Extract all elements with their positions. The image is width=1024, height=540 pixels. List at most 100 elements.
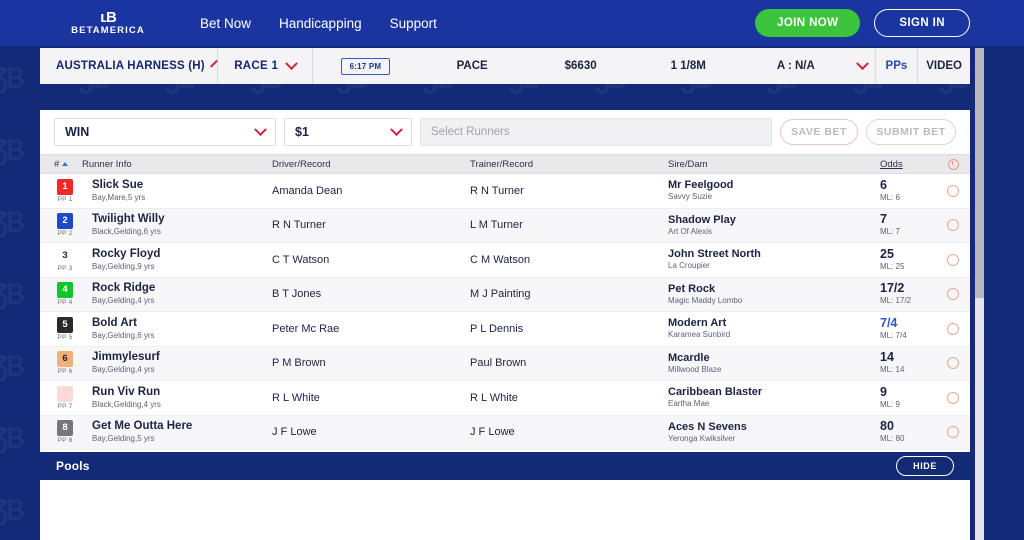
saddle-cloth-number: 3	[62, 249, 68, 261]
save-bet-button[interactable]: SAVE BET	[780, 119, 858, 145]
saddle-cloth-number: 5	[57, 316, 73, 333]
column-header-trainer: Trainer/Record	[470, 158, 534, 170]
post-position-label: PP 7	[57, 402, 73, 410]
morning-line-odds: ML: 17/2	[880, 296, 912, 306]
race-details-expand-button[interactable]	[850, 48, 876, 84]
select-runner-radio[interactable]	[947, 253, 959, 266]
nav-support[interactable]: Support	[390, 16, 437, 31]
bet-amount-select[interactable]: $1	[284, 118, 412, 146]
runner-info-cell[interactable]: Rocky Floyd Bay,Gelding,9 yrs	[82, 248, 272, 272]
sire-dam-cell: Mcardle Millwood Blaze	[668, 352, 880, 375]
betamerica-logo-text: BETAMERICA	[71, 24, 145, 36]
trainer-name: L M Turner	[470, 219, 523, 232]
runner-select-cell[interactable]	[936, 322, 970, 335]
column-header-number[interactable]: #	[40, 159, 82, 170]
runner-info-cell[interactable]: Bold Art Bay,Gelding,6 yrs	[82, 317, 272, 341]
runner-select-cell[interactable]	[936, 184, 970, 197]
sire-dam-cell: Shadow Play Art Of Alexis	[668, 214, 880, 237]
sire-name: Mcardle	[668, 351, 710, 364]
runner-info-cell[interactable]: Run Viv Run Black,Gelding,4 yrs	[82, 386, 272, 410]
current-odds: 7	[880, 212, 887, 227]
select-runner-radio[interactable]	[947, 357, 959, 370]
post-position-label: PP 5	[57, 333, 73, 341]
saddle-cloth-number: 2	[57, 213, 73, 230]
table-row[interactable]: 5 PP 5 Bold Art Bay,Gelding,6 yrs Peter Mc R…	[40, 312, 970, 347]
post-position-label: PP 6	[57, 368, 73, 376]
dam-name: Yeronga Kwiksilver	[668, 433, 736, 443]
sign-in-button[interactable]: SIGN IN	[874, 9, 970, 37]
runner-description: Bay,Gelding,5 yrs	[92, 434, 155, 444]
select-runner-radio[interactable]	[947, 426, 959, 439]
join-now-button[interactable]: JOIN NOW	[755, 9, 861, 37]
select-runners-input[interactable]: Select Runners	[420, 118, 772, 146]
column-header-odds[interactable]: Odds	[880, 159, 936, 170]
select-runner-radio[interactable]	[947, 184, 959, 197]
track-selector[interactable]: AUSTRALIA HARNESS (H)	[40, 48, 218, 84]
runner-select-cell[interactable]	[936, 219, 970, 232]
saddle-cloth-number: 7	[57, 385, 73, 402]
betamerica-logo-icon: ʟB	[100, 8, 117, 26]
betamerica-logo[interactable]: ʟB BETAMERICA	[60, 8, 156, 36]
runner-info-cell[interactable]: Jimmylesurf Bay,Gelding,4 yrs	[82, 351, 272, 375]
runner-info-cell[interactable]: Rock Ridge Bay,Gelding,4 yrs	[82, 282, 272, 306]
runner-info-cell[interactable]: Get Me Outta Here Bay,Gelding,5 yrs	[82, 420, 272, 444]
top-navigation-bar: ʟB BETAMERICA Bet Now Handicapping Suppo…	[0, 0, 1024, 46]
chevron-down-icon	[209, 59, 218, 68]
pps-link[interactable]: PPs	[876, 48, 919, 84]
driver-name: R L White	[272, 391, 320, 404]
select-runner-radio[interactable]	[947, 219, 959, 232]
bet-type-select[interactable]: WIN	[54, 118, 276, 146]
trainer-name: J F Lowe	[470, 426, 515, 439]
track-name: AUSTRALIA HARNESS (H)	[56, 60, 205, 72]
current-odds: 25	[880, 246, 894, 261]
saddle-cloth-number: 1	[57, 178, 73, 195]
runner-select-cell[interactable]	[936, 391, 970, 404]
submit-bet-button[interactable]: SUBMIT BET	[866, 119, 956, 145]
odds-cell: 25 ML: 25	[880, 246, 936, 272]
runners-table-body: 1 PP 1 Slick Sue Bay,Mare,5 yrs Amanda Dean R…	[40, 174, 970, 450]
bet-controls-bar: WIN $1 Select Runners SAVE BET SUBMIT BE…	[40, 110, 970, 154]
select-runner-radio[interactable]	[947, 288, 959, 301]
column-header-number-label: #	[54, 158, 60, 170]
panel-scrollbar[interactable]	[975, 48, 984, 540]
table-row[interactable]: 4 PP 4 Rock Ridge Bay,Gelding,4 yrs B T Jone…	[40, 277, 970, 312]
odds-cell: 6 ML: 6	[880, 178, 936, 203]
nav-handicapping[interactable]: Handicapping	[279, 16, 362, 31]
table-row[interactable]: 2 PP 2 Twilight Willy Black,Gelding,6 yrs R …	[40, 208, 970, 243]
race-selector[interactable]: RACE 1	[218, 48, 314, 84]
current-odds: 9	[880, 384, 887, 399]
trainer-name: C M Watson	[470, 253, 531, 266]
runner-select-cell[interactable]	[936, 357, 970, 370]
sire-dam-cell: Aces N Sevens Yeronga Kwiksilver	[668, 421, 880, 444]
odds-cell: 9 ML: 9	[880, 384, 936, 410]
post-position-label: PP 4	[57, 299, 73, 307]
post-position-label: PP 3	[57, 264, 73, 272]
nav-bet-now[interactable]: Bet Now	[200, 16, 251, 31]
odds-refresh-toggle[interactable]	[936, 158, 970, 170]
table-row[interactable]: 3 PP 3 Rocky Floyd Bay,Gelding,9 yrs C T Wat…	[40, 243, 970, 278]
runner-info-cell[interactable]: Twilight Willy Black,Gelding,6 yrs	[82, 213, 272, 237]
select-runner-radio[interactable]	[947, 391, 959, 404]
runner-select-cell[interactable]	[936, 426, 970, 439]
trainer-name: R N Turner	[470, 184, 524, 197]
hide-pools-button[interactable]: HIDE	[896, 456, 954, 476]
panel-scrollbar-thumb[interactable]	[975, 48, 984, 298]
chevron-down-icon	[254, 122, 267, 136]
table-row[interactable]: 6 PP 6 Jimmylesurf Bay,Gelding,4 yrs P M Bro…	[40, 346, 970, 381]
runner-info-cell[interactable]: Slick Sue Bay,Mare,5 yrs	[82, 179, 272, 203]
table-row[interactable]: 8 PP 8 Get Me Outta Here Bay,Gelding,5 yrs J…	[40, 415, 970, 450]
table-row[interactable]: 7 PP 7 Run Viv Run Black,Gelding,4 yrs R L W…	[40, 381, 970, 416]
post-position-label: PP 2	[57, 230, 73, 238]
runner-select-cell[interactable]	[936, 253, 970, 266]
driver-name: B T Jones	[272, 288, 322, 301]
video-link[interactable]: VIDEO	[918, 48, 970, 84]
runner-select-cell[interactable]	[936, 288, 970, 301]
select-runner-radio[interactable]	[947, 322, 959, 335]
sire-dam-cell: John Street North La Croupier	[668, 248, 880, 271]
table-row[interactable]: 1 PP 1 Slick Sue Bay,Mare,5 yrs Amanda Dean R…	[40, 174, 970, 209]
driver-name: C T Watson	[272, 253, 330, 266]
post-time-badge: 6:17 PM	[340, 57, 391, 75]
watermark-b-icon: ƷB	[0, 62, 25, 95]
watermark-b-icon: ƷB	[0, 494, 25, 527]
chevron-down-icon	[390, 122, 403, 136]
